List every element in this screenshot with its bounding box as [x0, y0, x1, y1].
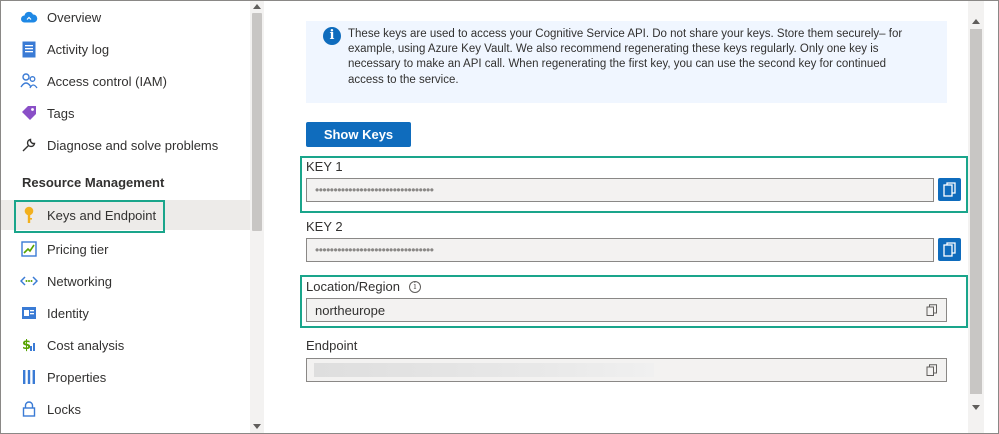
sidebar-item-pricing-tier[interactable]: Pricing tier [1, 234, 250, 264]
window-frame: Overview Activity log Access control (IA… [0, 0, 999, 434]
sidebar-item-label: Identity [47, 305, 89, 321]
sidebar-item-properties[interactable]: Properties [1, 362, 250, 392]
scroll-down-arrow-icon[interactable] [972, 405, 980, 410]
sidebar-item-locks[interactable]: Locks [1, 394, 250, 424]
sidebar-item-label: Properties [47, 369, 107, 385]
key1-field[interactable]: •••••••••••••••••••••••••••••••• [306, 178, 934, 202]
sidebar-item-label: Pricing tier [47, 241, 109, 257]
sidebar-item-label: Activity log [47, 41, 110, 57]
wrench-icon [20, 136, 38, 154]
sidebar-item-cost-analysis[interactable]: $ Cost analysis [1, 330, 250, 360]
show-keys-button[interactable]: Show Keys [306, 122, 411, 147]
copy-icon[interactable] [926, 364, 938, 376]
pricing-tier-icon [20, 240, 38, 258]
location-field[interactable]: northeurope [306, 298, 947, 322]
sidebar-item-label: Cost analysis [47, 337, 125, 353]
info-icon: i [323, 27, 341, 45]
info-message-bar: i These keys are used to access your Cog… [306, 21, 947, 103]
sidebar-item-label: Access control (IAM) [47, 73, 167, 89]
sidebar-item-label: Locks [47, 401, 81, 417]
sidebar-scrollbar[interactable] [250, 1, 264, 433]
main-content: i These keys are used to access your Cog… [264, 1, 998, 433]
key2-copy-button[interactable] [938, 238, 961, 261]
sidebar-item-networking[interactable]: Networking [1, 266, 250, 296]
endpoint-redacted-value [314, 363, 654, 377]
sidebar-item-label: Tags [47, 105, 75, 121]
endpoint-field[interactable] [306, 358, 947, 382]
svg-text:$: $ [22, 338, 31, 353]
document-log-icon [20, 40, 38, 58]
copy-icon[interactable] [926, 304, 938, 316]
key1-copy-button[interactable] [938, 178, 961, 201]
tag-icon [20, 104, 38, 122]
copy-icon [943, 182, 956, 197]
location-label-text: Location/Region [306, 279, 400, 294]
key1-label: KEY 1 [306, 159, 343, 174]
section-heading-resource-management: Resource Management [22, 175, 165, 190]
location-value: northeurope [315, 302, 386, 318]
info-message-text: These keys are used to access your Cogni… [348, 28, 903, 86]
scroll-up-arrow-icon[interactable] [253, 4, 261, 9]
sidebar-item-identity[interactable]: Identity [1, 298, 250, 328]
copy-icon [943, 242, 956, 257]
sidebar-item-label: Diagnose and solve problems [47, 137, 219, 153]
networking-icon [20, 272, 38, 290]
sidebar-item-label: Overview [47, 9, 102, 25]
endpoint-label: Endpoint [306, 338, 358, 353]
main-scrollbar-thumb[interactable] [970, 29, 982, 394]
identity-icon [20, 304, 38, 322]
sidebar-item-access-control[interactable]: Access control (IAM) [1, 66, 250, 96]
people-icon [20, 72, 38, 90]
sidebar-item-activity-log[interactable]: Activity log [1, 34, 250, 64]
scroll-down-arrow-icon[interactable] [253, 424, 261, 429]
info-circle-icon[interactable]: i [408, 280, 421, 293]
sidebar: Overview Activity log Access control (IA… [1, 1, 250, 433]
sidebar-scrollbar-thumb[interactable] [252, 13, 262, 231]
scroll-up-arrow-icon[interactable] [972, 19, 980, 24]
sidebar-item-overview[interactable]: Overview [1, 2, 250, 32]
cloud-icon [20, 8, 38, 26]
sidebar-item-label: Networking [47, 273, 113, 289]
key2-field[interactable]: •••••••••••••••••••••••••••••••• [306, 238, 934, 262]
sidebar-item-tags[interactable]: Tags [1, 98, 250, 128]
properties-icon [20, 368, 38, 386]
cost-analysis-icon: $ [20, 336, 38, 354]
key2-label: KEY 2 [306, 219, 343, 234]
lock-icon [20, 400, 38, 418]
sidebar-item-diagnose[interactable]: Diagnose and solve problems [1, 130, 250, 160]
main-scrollbar[interactable] [968, 1, 984, 433]
location-label: Location/Region i [306, 279, 421, 294]
highlight-box-keys-endpoint [14, 200, 165, 233]
